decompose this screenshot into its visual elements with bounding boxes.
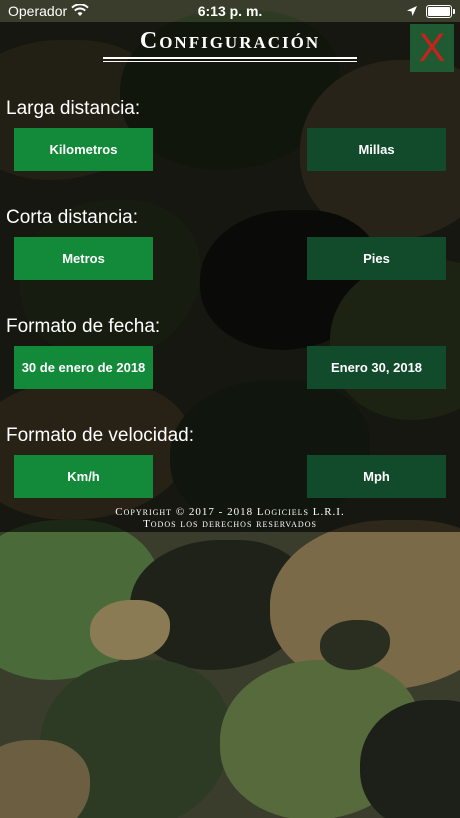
short-distance-label: Corta distancia: xyxy=(6,207,139,228)
meters-button[interactable]: Metros xyxy=(14,237,153,280)
date-format-month-first-button[interactable]: Enero 30, 2018 xyxy=(307,346,446,389)
kilometers-button[interactable]: Kilometros xyxy=(14,128,153,171)
date-format-day-first-button[interactable]: 30 de enero de 2018 xyxy=(14,346,153,389)
mph-button[interactable]: Mph xyxy=(307,455,446,498)
location-arrow-icon xyxy=(406,4,418,20)
speed-format-label: Formato de velocidad: xyxy=(6,425,194,446)
long-distance-label: Larga distancia: xyxy=(6,98,141,119)
status-bar: Operador 6:13 p. m. xyxy=(0,0,460,22)
close-button[interactable]: X xyxy=(410,24,454,72)
clock: 6:13 p. m. xyxy=(197,3,263,19)
page-title: Configuración xyxy=(139,28,321,54)
kmh-button[interactable]: Km/h xyxy=(14,455,153,498)
date-format-label: Formato de fecha: xyxy=(6,316,161,337)
title-underline xyxy=(103,57,357,59)
battery-icon xyxy=(426,5,455,18)
feet-button[interactable]: Pies xyxy=(307,237,446,280)
title-underline-secondary xyxy=(103,61,357,62)
copyright-text: Copyright © 2017 - 2018 Logiciels L.R.I. xyxy=(115,506,345,518)
rights-reserved-text: Todos los derechos reservados xyxy=(143,518,317,530)
miles-button[interactable]: Millas xyxy=(307,128,446,171)
